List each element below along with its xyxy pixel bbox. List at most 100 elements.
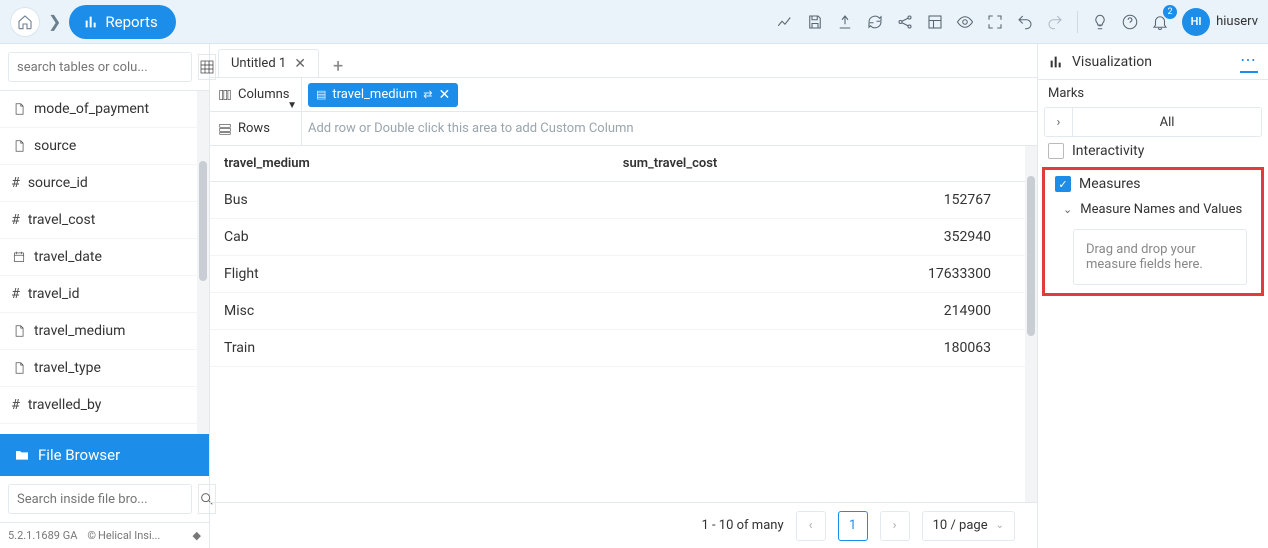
field-item[interactable]: #travel_cost (0, 202, 197, 239)
measure-names-row[interactable]: ⌄ Measure Names and Values (1045, 198, 1261, 221)
preview-button[interactable] (951, 8, 979, 36)
field-name: travel_date (34, 249, 102, 265)
cell: Flight (210, 256, 623, 293)
column-pill-travel-medium[interactable]: ▤ travel_medium ⇄ ✕ (308, 83, 458, 107)
measures-section: Measures ⌄ Measure Names and Values Drag… (1042, 167, 1264, 296)
collapse-icon[interactable]: ◆ (193, 529, 201, 542)
measure-names-label: Measure Names and Values (1080, 202, 1242, 217)
field-name: travel_medium (34, 323, 125, 339)
field-item[interactable]: #travelled_by (0, 387, 197, 424)
save-icon (806, 13, 824, 31)
layout-button[interactable] (921, 8, 949, 36)
field-name: travelled_by (28, 397, 102, 413)
field-name: mode_of_payment (34, 101, 149, 117)
measures-label: Measures (1079, 176, 1140, 192)
pagination-info: 1 - 10 of many (701, 518, 783, 533)
swap-icon[interactable]: ⇄ (423, 88, 432, 101)
refresh-button[interactable] (861, 8, 889, 36)
field-item[interactable]: travel_date (0, 239, 197, 276)
table-row: Cab352940 (210, 219, 1025, 256)
prev-page-button[interactable]: ‹ (796, 511, 826, 541)
file-browser-button[interactable]: File Browser (0, 434, 209, 476)
line-chart-icon (776, 13, 794, 31)
interactivity-label: Interactivity (1072, 143, 1144, 159)
columns-shelf[interactable]: ▤ travel_medium ⇄ ✕ (302, 78, 1037, 111)
help-button[interactable] (1116, 8, 1144, 36)
field-name: travel_id (28, 286, 80, 302)
tab-add-button[interactable]: + (325, 56, 351, 77)
field-item[interactable]: travel_medium (0, 313, 197, 350)
search-input[interactable] (8, 52, 192, 82)
chevron-down-icon: ⌄ (1063, 203, 1072, 216)
measure-drop-zone[interactable]: Drag and drop your measure fields here. (1073, 229, 1247, 285)
notifications-button[interactable]: 2 (1146, 8, 1174, 36)
page-size-label: 10 / page (933, 518, 988, 533)
reports-pill[interactable]: Reports (69, 5, 175, 39)
bar-chart-icon (83, 14, 99, 30)
table-scrollbar[interactable] (1025, 146, 1037, 502)
user-menu[interactable]: HI hiuserv (1182, 8, 1258, 36)
export-icon (836, 13, 854, 31)
pill-remove-button[interactable]: ✕ (439, 87, 451, 103)
cell: Train (210, 330, 623, 367)
pill-label: travel_medium (332, 87, 417, 102)
columns-shelf-label: Columns (238, 87, 290, 102)
marks-all-row[interactable]: › All (1044, 107, 1262, 137)
visualization-title: Visualization (1072, 54, 1152, 70)
report-tab[interactable]: Untitled 1 ✕ (218, 49, 319, 77)
rows-icon (218, 122, 232, 136)
measures-checkbox[interactable] (1055, 176, 1071, 192)
idea-button[interactable] (1086, 8, 1114, 36)
column-header[interactable]: travel_medium (210, 146, 623, 182)
sidebar-scrollbar[interactable] (197, 91, 209, 434)
avatar: HI (1182, 8, 1210, 36)
field-name: source_id (28, 175, 88, 191)
share-button[interactable] (891, 8, 919, 36)
next-page-button[interactable]: › (880, 511, 910, 541)
viz-icon (1048, 54, 1064, 70)
page-size-select[interactable]: 10 / page ⌄ (922, 511, 1015, 541)
interactivity-checkbox[interactable] (1048, 143, 1064, 159)
table-row: Train180063 (210, 330, 1025, 367)
rows-shelf-label: Rows (238, 121, 270, 136)
undo-icon (1016, 13, 1034, 31)
export-button[interactable] (831, 8, 859, 36)
field-name: travel_cost (28, 212, 96, 228)
file-search-input[interactable] (8, 484, 192, 514)
cell: 152767 (623, 182, 1025, 219)
fullscreen-icon (986, 13, 1004, 31)
tab-close-button[interactable]: ✕ (294, 56, 306, 72)
copyright-text: Helical Insi... (98, 529, 160, 542)
save-button[interactable] (801, 8, 829, 36)
chevron-right-icon[interactable]: › (1045, 108, 1073, 136)
chart-type-button[interactable] (771, 8, 799, 36)
cell: Cab (210, 219, 623, 256)
tab-label: Untitled 1 (231, 56, 286, 71)
field-item[interactable]: #source_id (0, 165, 197, 202)
dimension-icon: ▤ (316, 88, 326, 101)
column-header[interactable]: sum_travel_cost (623, 146, 1025, 182)
field-item[interactable]: travel_type (0, 350, 197, 387)
breadcrumb-arrow: ❯ (44, 12, 65, 31)
redo-icon (1046, 13, 1064, 31)
home-button[interactable] (10, 7, 40, 37)
cell: Bus (210, 182, 623, 219)
field-item[interactable]: #travel_id (0, 276, 197, 313)
fullscreen-button[interactable] (981, 8, 1009, 36)
undo-button[interactable] (1011, 8, 1039, 36)
rows-shelf[interactable]: Add row or Double click this area to add… (302, 112, 1037, 145)
redo-button[interactable] (1041, 8, 1069, 36)
field-name: travel_type (34, 360, 101, 376)
bulb-icon (1091, 13, 1109, 31)
cell: 180063 (623, 330, 1025, 367)
help-icon (1121, 13, 1139, 31)
field-item[interactable]: source (0, 128, 197, 165)
rows-placeholder: Add row or Double click this area to add… (308, 121, 634, 136)
page-number[interactable]: 1 (838, 511, 868, 541)
refresh-icon (866, 13, 884, 31)
field-item[interactable]: mode_of_payment (0, 91, 197, 128)
cell: 352940 (623, 219, 1025, 256)
table-row: Flight17633300 (210, 256, 1025, 293)
caret-down-icon[interactable]: ▼ (287, 100, 297, 111)
more-options-button[interactable]: ⋯ (1240, 50, 1258, 73)
